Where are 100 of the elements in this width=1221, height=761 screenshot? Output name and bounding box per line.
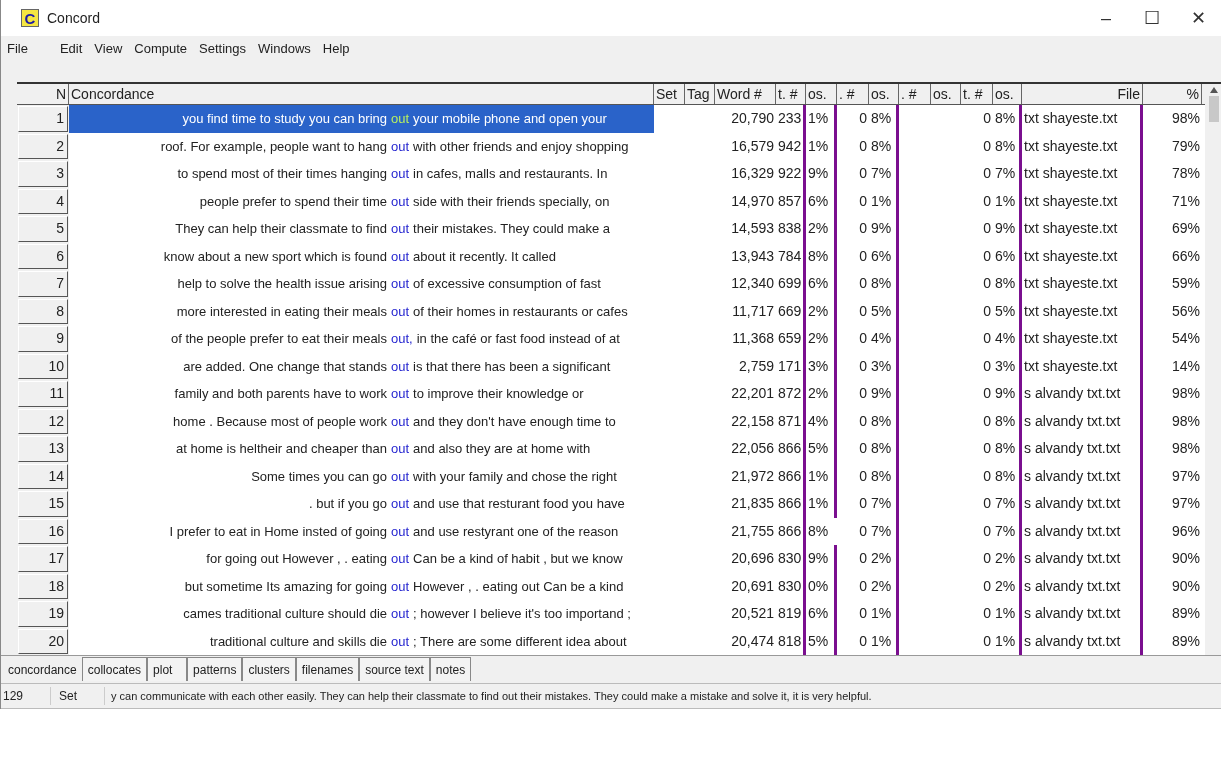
concordance-line[interactable]: more interested in eating their meals out of their homes in restaurants or cafes: [69, 297, 654, 325]
maximize-button[interactable]: ☐: [1129, 3, 1175, 33]
status-count: 129: [1, 687, 51, 705]
table-cell-text: 12,340: [730, 274, 775, 294]
menu-item[interactable]: Compute: [128, 39, 194, 59]
row-number[interactable]: 17: [18, 546, 68, 572]
row-number[interactable]: 7: [18, 271, 68, 297]
table-cell-text: 1%: [870, 631, 893, 651]
column-header[interactable]: Tag: [685, 83, 714, 105]
tab[interactable]: source text: [359, 657, 430, 681]
concordance-line[interactable]: for going out However , . eating out Can be a kind of habit , but we know: [69, 545, 654, 573]
row-number[interactable]: 10: [18, 353, 68, 379]
table-cell-text: txt shayeste.txt: [1023, 274, 1119, 294]
row-number[interactable]: 8: [18, 298, 68, 324]
row-number[interactable]: 15: [18, 491, 68, 517]
table-cell-text: 20,691: [730, 576, 775, 596]
column-header[interactable]: . #: [837, 83, 868, 105]
tab[interactable]: clusters: [242, 657, 296, 681]
table-cell-text: 6%: [807, 274, 830, 294]
table-cell-text: 11,717: [731, 301, 775, 321]
concordance-line[interactable]: but sometime Its amazing for going out However , . eating out Can be a kind: [69, 572, 654, 600]
minimize-button[interactable]: –: [1083, 3, 1129, 33]
concordance-line[interactable]: of the people prefer to eat their meals out, in the café or fast food instead of at: [69, 325, 654, 353]
row-number[interactable]: 19: [18, 601, 68, 627]
scroll-thumb[interactable]: [1209, 96, 1219, 122]
menu-item[interactable]: View: [88, 39, 129, 59]
concordance-line[interactable]: traditional culture and skills die out ; There are some different idea about: [69, 627, 654, 655]
column-header[interactable]: os.: [869, 83, 898, 105]
table-cell-text: 0: [858, 329, 868, 349]
concordance-line[interactable]: . but if you go out and use that resturant food you have: [69, 490, 654, 518]
table-cell-text: 16,579: [730, 136, 775, 156]
row-number[interactable]: 16: [18, 518, 68, 544]
table-cell-text: txt shayeste.txt: [1023, 301, 1119, 321]
row-number[interactable]: 6: [18, 243, 68, 269]
table-cell-text: 0: [858, 521, 868, 541]
row-number[interactable]: 18: [18, 573, 68, 599]
concordance-line[interactable]: are added. One change that stands out is that there has been a significant: [69, 352, 654, 380]
row-number[interactable]: 11: [18, 381, 68, 407]
table-cell-text: 922: [777, 164, 803, 184]
app-logo: C: [21, 9, 39, 27]
tab[interactable]: patterns: [187, 657, 243, 681]
menu-item[interactable]: File: [1, 39, 34, 59]
concordance-line[interactable]: cames traditional culture should die out ; however I believe it's too importand ;: [69, 600, 654, 628]
menu-item[interactable]: Edit: [53, 39, 89, 59]
concordance-line[interactable]: roof. For example, people want to hang out with other friends and enjoy shopping: [69, 132, 654, 160]
tab[interactable]: plot: [147, 657, 188, 681]
table-cell-text: 1%: [994, 631, 1017, 651]
column-header[interactable]: os.: [993, 83, 1021, 105]
table-cell-text: 0: [858, 604, 868, 624]
column-header[interactable]: os.: [931, 83, 960, 105]
column-header[interactable]: Concordance: [69, 83, 653, 105]
table-cell-text: txt shayeste.txt: [1023, 136, 1119, 156]
table-cell-text: 2%: [870, 549, 893, 569]
concordance-line[interactable]: at home is heltheir and cheaper than out and also they are at home with: [69, 435, 654, 463]
row-number[interactable]: 12: [18, 408, 68, 434]
column-header[interactable]: N: [17, 83, 68, 105]
table-cell-text: 1%: [994, 191, 1017, 211]
row-number[interactable]: 1: [18, 106, 68, 132]
tab[interactable]: collocates: [81, 657, 148, 681]
row-number[interactable]: 3: [18, 161, 68, 187]
column-header[interactable]: Set: [654, 83, 684, 105]
concordance-line[interactable]: home . Because most of people work out and they don't have enough time to: [69, 407, 654, 435]
table-cell-text: 866: [777, 521, 803, 541]
scroll-up-icon[interactable]: [1210, 87, 1218, 93]
table-cell-text: 1%: [807, 136, 830, 156]
row-number[interactable]: 13: [18, 436, 68, 462]
column-header[interactable]: Word #: [715, 83, 775, 105]
table-cell-text: 79%: [1170, 136, 1201, 156]
column-header[interactable]: . #: [899, 83, 930, 105]
concordance-line[interactable]: They can help their classmate to find out their mistakes. They could make a: [69, 215, 654, 243]
concordance-line[interactable]: to spend most of their times hanging out in cafes, malls and restaurants. In: [69, 160, 654, 188]
column-header[interactable]: t. #: [961, 83, 992, 105]
table-cell-text: 16,329: [730, 164, 775, 184]
row-number[interactable]: 14: [18, 463, 68, 489]
row-number[interactable]: 4: [18, 188, 68, 214]
row-number[interactable]: 2: [18, 133, 68, 159]
row-number[interactable]: 9: [18, 326, 68, 352]
concordance-line[interactable]: family and both parents have to work out to improve their knowledge or: [69, 380, 654, 408]
menu-item[interactable]: Settings: [193, 39, 253, 59]
column-header[interactable]: %: [1143, 83, 1201, 105]
row-number[interactable]: 20: [18, 628, 68, 654]
column-header[interactable]: os.: [806, 83, 836, 105]
column-header[interactable]: File: [1022, 83, 1142, 105]
concordance-line[interactable]: help to solve the health issue arising out of excessive consumption of fast: [69, 270, 654, 298]
concordance-line[interactable]: people prefer to spend their time out side with their friends specially, on: [69, 187, 654, 215]
close-button[interactable]: ✕: [1175, 3, 1221, 33]
row-number[interactable]: 5: [18, 216, 68, 242]
menu-item[interactable]: Windows: [252, 39, 317, 59]
tab[interactable]: filenames: [295, 657, 360, 681]
table-cell-text: 7%: [870, 164, 893, 184]
table-cell-text: 22,056: [730, 439, 775, 459]
table-cell-text: 21,755: [730, 521, 775, 541]
table-cell-text: 1%: [870, 191, 893, 211]
tab[interactable]: notes: [429, 657, 472, 681]
column-header[interactable]: t. #: [776, 83, 805, 105]
menu-item[interactable]: Help: [316, 39, 356, 59]
concordance-line[interactable]: I prefer to eat in Home insted of going out and use restyrant one of the reason: [69, 517, 654, 545]
concordance-line[interactable]: Some times you can go out with your family and chose the right: [69, 462, 654, 490]
table-cell-text: 819: [777, 604, 803, 624]
concordance-line[interactable]: know about a new sport which is found out about it recently. It called: [69, 242, 654, 270]
